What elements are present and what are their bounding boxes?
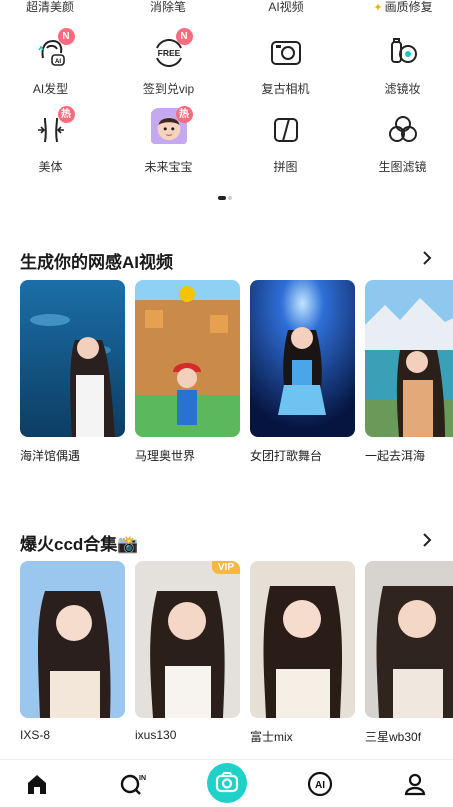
section-title-ccd: 爆火ccd合集📸 [20, 535, 139, 554]
svg-text:FREE: FREE [157, 48, 180, 58]
tool-ai-hair[interactable]: AI N AI发型 [0, 28, 107, 106]
chevron-right-icon[interactable] [419, 250, 435, 266]
card-caption: IXS-8 [20, 728, 51, 742]
top-tool-row: 超清美颜 消除笔 AI视频 ✦ 画质修复 [0, 0, 453, 16]
filter-makeup-icon [383, 34, 423, 70]
card-caption: 一起去洱海 [365, 449, 426, 463]
camera-style-card[interactable]: 富士mix [250, 561, 355, 745]
camera-style-card[interactable]: VIP ixus130 [135, 561, 240, 742]
tool-label: 复古相机 [261, 82, 310, 96]
new-badge: N [57, 28, 75, 45]
card-thumbnail: VIP [135, 561, 240, 718]
section-title-ai-video: 生成你的网感AI视频 [20, 253, 173, 272]
tool-label-quality-repair[interactable]: ✦ 画质修复 [373, 0, 432, 15]
tool-label-ai-video[interactable]: AI视频 [268, 0, 303, 15]
body-slim-icon: 热 [31, 106, 75, 148]
card-caption: 海洋馆偶遇 [20, 449, 81, 463]
profile-icon[interactable] [401, 770, 429, 798]
video-card[interactable]: 马理奥世界 [135, 280, 240, 464]
free-checkin-icon: FREE N [149, 28, 193, 70]
page-indicator [218, 196, 234, 200]
tool-image-filter[interactable]: 生图滤镜 [346, 112, 453, 184]
card-thumbnail [135, 280, 240, 437]
card-thumbnail [250, 280, 355, 437]
video-card[interactable]: 一起去洱海 [365, 280, 453, 464]
svg-text:AI: AI [315, 780, 325, 791]
tool-future-baby[interactable]: 热 未来宝宝 [112, 106, 225, 184]
video-card[interactable]: 女团打歌舞台 [250, 280, 355, 464]
tool-label: 滤镜妆 [384, 82, 421, 96]
tool-filter-makeup[interactable]: 滤镜妆 [346, 34, 453, 106]
card-caption: 三星wb30f [365, 730, 422, 744]
tool-label: AI发型 [32, 82, 69, 96]
card-caption: 富士mix [250, 730, 293, 744]
vip-badge: VIP [211, 561, 240, 574]
card-caption: 女团打歌舞台 [250, 449, 323, 463]
tool-label: 未来宝宝 [144, 160, 193, 174]
ins-search-icon[interactable]: INS [118, 770, 146, 798]
collage-icon [266, 112, 306, 148]
camera-icon [215, 772, 239, 793]
sparkle-icon: ✦ [373, 2, 383, 14]
tool-label: 拼图 [273, 160, 298, 174]
tool-label: 生图滤镜 [378, 160, 427, 174]
tool-label: 签到兑vip [142, 82, 195, 96]
future-baby-icon: 热 [149, 106, 193, 148]
card-thumbnail [365, 280, 453, 437]
image-filter-icon [383, 112, 423, 148]
card-thumbnail [365, 561, 453, 718]
ai-icon[interactable]: AI [306, 770, 334, 798]
svg-text:INS: INS [139, 775, 146, 782]
card-thumbnail [20, 561, 125, 718]
new-badge: N [175, 28, 193, 45]
chevron-right-icon[interactable] [419, 532, 435, 548]
card-caption: ixus130 [135, 728, 177, 742]
tool-label-eraser[interactable]: 消除笔 [150, 0, 186, 15]
tool-label-hd-beauty[interactable]: 超清美颜 [26, 0, 74, 15]
camera-style-card[interactable]: 三星wb30f [365, 561, 453, 745]
tool-label: 美体 [38, 160, 63, 174]
tool-body[interactable]: 热 美体 [0, 106, 107, 184]
ai-hair-icon: AI N [31, 28, 75, 70]
card-thumbnail [20, 280, 125, 437]
home-icon[interactable] [23, 770, 51, 798]
retro-camera-icon [266, 34, 306, 70]
card-caption: 马理奥世界 [135, 449, 196, 463]
camera-button[interactable] [207, 763, 247, 803]
tool-collage[interactable]: 拼图 [229, 112, 342, 184]
camera-style-card[interactable]: IXS-8 [20, 561, 125, 742]
hot-badge: 热 [57, 106, 75, 123]
video-card[interactable]: 海洋馆偶遇 [20, 280, 125, 464]
tool-retro-camera[interactable]: 复古相机 [229, 34, 342, 106]
card-thumbnail [250, 561, 355, 718]
tool-free-vip[interactable]: FREE N 签到兑vip [112, 28, 225, 106]
svg-text:AI: AI [55, 59, 61, 65]
hot-badge: 热 [175, 106, 193, 123]
